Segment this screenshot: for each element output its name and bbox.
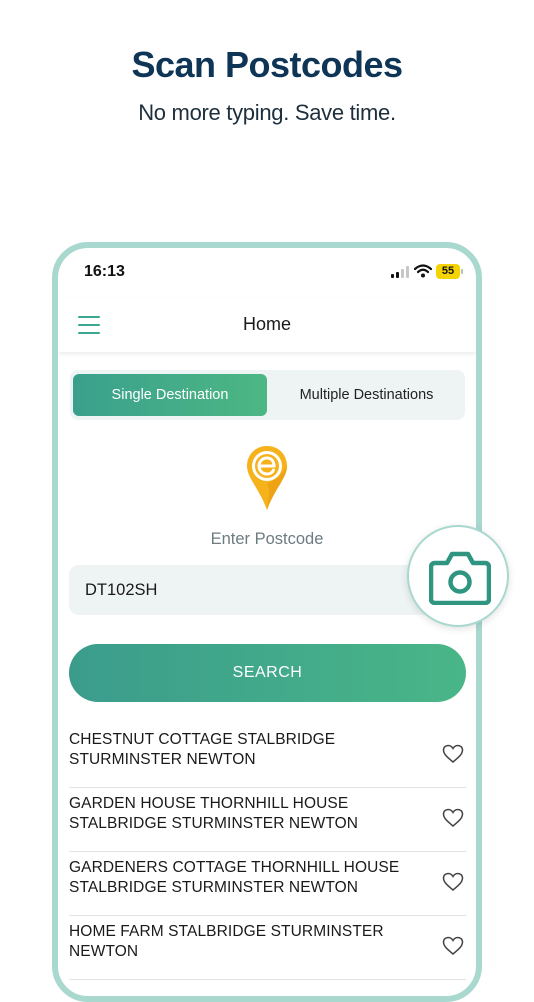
result-address: GARDEN HOUSE THORNHILL HOUSE STALBRIDGE …	[69, 795, 359, 832]
status-time: 16:13	[84, 263, 125, 280]
postcode-input[interactable]: DT102SH	[69, 565, 465, 615]
tab-multiple-destinations[interactable]: Multiple Destinations	[270, 374, 463, 416]
search-button[interactable]: SEARCH	[69, 644, 466, 702]
heart-outline-icon[interactable]	[442, 872, 464, 892]
heart-outline-icon[interactable]	[442, 744, 464, 764]
promo-headline: Scan Postcodes	[131, 44, 403, 85]
cellular-signal-icon	[391, 266, 411, 278]
result-address: GARDENERS COTTAGE THORNHILL HOUSE STALBR…	[69, 859, 400, 896]
scan-camera-button[interactable]	[407, 525, 509, 627]
location-pin-logo-icon	[247, 446, 287, 510]
promo-subheadline: No more typing. Save time.	[138, 100, 396, 125]
camera-icon	[429, 551, 491, 605]
wifi-icon	[414, 264, 432, 278]
result-address: HOME FARM STALBRIDGE STURMINSTER NEWTON	[69, 923, 384, 960]
page-title: Home	[242, 314, 291, 334]
result-item[interactable]: GARDEN HOUSE THORNHILL HOUSE STALBRIDGE …	[69, 788, 466, 852]
result-item[interactable]: CHESTNUT COTTAGE STALBRIDGE STURMINSTER …	[69, 724, 466, 788]
phone-frame: 16:13 55 Home Single Destination Multipl…	[52, 242, 482, 1002]
address-results-list: CHESTNUT COTTAGE STALBRIDGE STURMINSTER …	[69, 724, 466, 980]
heart-outline-icon[interactable]	[442, 936, 464, 956]
result-item[interactable]: GARDENERS COTTAGE THORNHILL HOUSE STALBR…	[69, 852, 466, 916]
result-address: CHESTNUT COTTAGE STALBRIDGE STURMINSTER …	[69, 731, 336, 768]
nav-bar: Home	[58, 298, 476, 352]
battery-indicator: 55	[436, 264, 460, 279]
destination-mode-toggle: Single Destination Multiple Destinations	[70, 370, 465, 420]
battery-tip	[461, 269, 463, 274]
heart-outline-icon[interactable]	[442, 808, 464, 828]
tab-single-destination[interactable]: Single Destination	[73, 374, 267, 416]
postcode-label: Enter Postcode	[210, 530, 324, 548]
status-bar: 16:13 55	[58, 248, 476, 298]
result-item[interactable]: HOME FARM STALBRIDGE STURMINSTER NEWTON	[69, 916, 466, 980]
